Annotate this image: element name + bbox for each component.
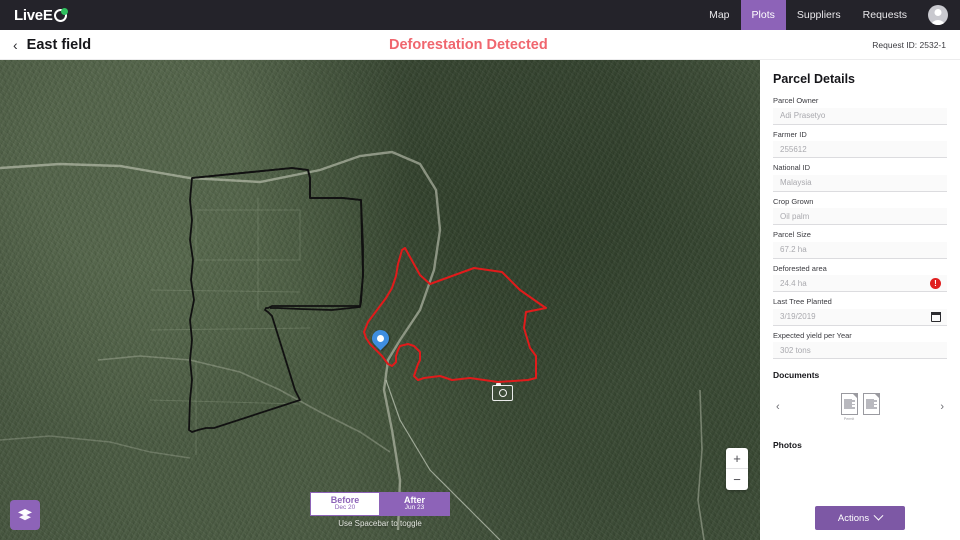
list-item[interactable] xyxy=(862,392,880,417)
field-label: Parcel Owner xyxy=(773,96,819,105)
zoom-in-button[interactable]: + xyxy=(726,448,748,469)
request-id-label: Request ID: 2532-1 xyxy=(872,39,946,50)
calendar-icon[interactable] xyxy=(931,312,941,322)
parcel-owner-input[interactable]: Adi Prasetyo xyxy=(773,107,947,125)
crop-grown-input[interactable]: Oil palm xyxy=(773,208,947,225)
list-item[interactable]: Permit xyxy=(840,392,858,421)
nav-item-suppliers[interactable]: Suppliers xyxy=(786,0,852,30)
main-nav: Map Plots Suppliers Requests xyxy=(698,0,960,30)
field-label: Parcel Size xyxy=(773,230,811,239)
field-expected-yield: Expected yield per Year 302 tons xyxy=(773,330,947,359)
user-avatar-icon[interactable] xyxy=(928,5,948,25)
field-crop-grown: Crop Grown Oil palm xyxy=(773,196,947,225)
nav-item-plots[interactable]: Plots xyxy=(740,0,786,30)
before-date: Dec 20 xyxy=(334,504,356,512)
layers-stack-icon[interactable] xyxy=(10,500,40,530)
deforestation-alert-title: Deforestation Detected xyxy=(389,36,548,53)
camera-marker-icon[interactable] xyxy=(492,382,513,401)
alert-icon: ! xyxy=(930,278,941,289)
field-label: Last Tree Planted xyxy=(773,297,832,306)
document-icon xyxy=(862,392,880,416)
photos-title: Photos xyxy=(773,440,802,450)
after-button[interactable]: After Jun 23 xyxy=(380,492,450,516)
field-label: National ID xyxy=(773,163,811,172)
field-label: Expected yield per Year xyxy=(773,330,852,340)
map-overlays xyxy=(0,150,705,540)
field-national-id: National ID Malaysia xyxy=(773,163,947,192)
chevron-down-icon xyxy=(873,510,884,521)
deforested-area-input[interactable]: 24.4 ha xyxy=(773,275,947,292)
chevron-left-icon[interactable]: ‹ xyxy=(13,38,18,52)
app-root: LiveE Map Plots Suppliers Requests ‹ Eas… xyxy=(0,0,960,540)
before-after-toggle: Before Dec 20 After Jun 23 Use Spacebar … xyxy=(310,492,450,528)
national-id-input[interactable]: Malaysia xyxy=(773,174,947,192)
farmer-id-input[interactable]: 255612 xyxy=(773,141,947,158)
last-tree-planted-input[interactable]: 3/19/2019 xyxy=(773,308,947,326)
chevron-right-icon[interactable]: › xyxy=(937,401,947,413)
field-deforested-area: Deforested area 24.4 ha ! xyxy=(773,263,947,292)
map-pin-icon[interactable] xyxy=(368,326,393,353)
field-label: Farmer ID xyxy=(773,129,807,139)
liveeo-logo[interactable]: LiveE xyxy=(14,6,68,24)
expected-yield-input[interactable]: 302 tons xyxy=(773,342,947,359)
nav-item-requests[interactable]: Requests xyxy=(852,0,918,30)
chevron-left-icon[interactable]: ‹ xyxy=(773,401,783,413)
page-title: East field xyxy=(26,36,92,53)
zoom-out-button[interactable]: − xyxy=(726,469,748,490)
document-list: Permit xyxy=(840,392,880,421)
field-last-tree-planted: Last Tree Planted 3/19/2019 xyxy=(773,297,947,326)
circle-o-logo-icon xyxy=(53,7,68,22)
logo-text: LiveE xyxy=(14,6,53,24)
map-zoom-controls: + − xyxy=(726,448,748,490)
field-parcel-owner: Parcel Owner Adi Prasetyo xyxy=(773,96,947,125)
toggle-hint: Use Spacebar to toggle xyxy=(338,519,422,528)
documents-carousel: ‹ Permit › xyxy=(773,385,947,429)
nav-item-map[interactable]: Map xyxy=(698,0,740,30)
top-navigation-bar: LiveE Map Plots Suppliers Requests xyxy=(0,0,960,30)
before-button[interactable]: Before Dec 20 xyxy=(310,492,380,516)
field-label: Crop Grown xyxy=(773,196,814,206)
parcel-size-input[interactable]: 67.2 ha xyxy=(773,241,947,259)
parcel-details-panel: Parcel Details Parcel Owner Adi Prasetyo… xyxy=(760,60,960,540)
after-date: Jun 23 xyxy=(404,504,425,512)
sub-header: ‹ East field Deforestation Detected Requ… xyxy=(0,30,960,60)
field-farmer-id: Farmer ID 255612 xyxy=(773,129,947,158)
document-caption: Permit xyxy=(843,416,855,421)
document-icon xyxy=(840,392,858,416)
actions-label: Actions xyxy=(837,512,870,524)
panel-title: Parcel Details xyxy=(773,72,855,86)
field-parcel-size: Parcel Size 67.2 ha xyxy=(773,230,947,259)
satellite-map[interactable]: + − Before Dec 20 After Jun 23 Use Space… xyxy=(0,60,760,540)
actions-button[interactable]: Actions xyxy=(815,506,905,530)
field-label: Deforested area xyxy=(773,263,827,273)
documents-title: Documents xyxy=(773,370,820,380)
